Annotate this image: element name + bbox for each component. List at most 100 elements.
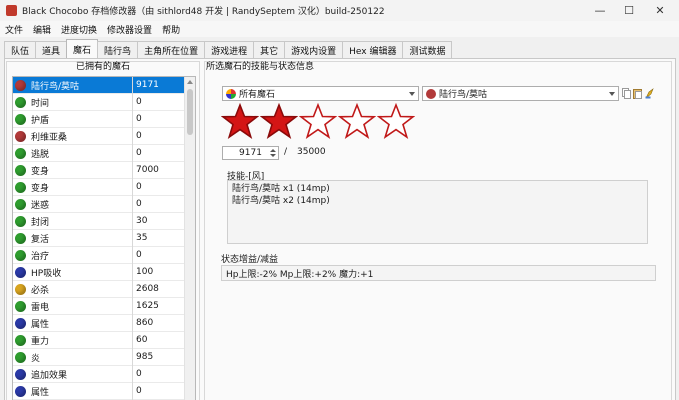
materia-orb-icon bbox=[15, 317, 26, 329]
materia-name: 变身 bbox=[31, 166, 50, 177]
materia-ap-value: 0 bbox=[136, 131, 142, 141]
materia-row[interactable]: 治疗 0 bbox=[13, 246, 185, 264]
tab-location[interactable]: 主角所在位置 bbox=[137, 41, 206, 58]
paste-icon[interactable] bbox=[633, 88, 642, 99]
materia-row[interactable]: 陆行鸟/莫咕 9171 bbox=[13, 77, 185, 94]
window-title: Black Chocobo 存档修改器（由 sithlord48 开发 | Ra… bbox=[22, 7, 385, 17]
materia-ap-value: 9171 bbox=[136, 80, 159, 90]
materia-row[interactable]: 逃脱 0 bbox=[13, 144, 185, 162]
scroll-thumb[interactable] bbox=[187, 89, 193, 135]
spin-up-icon[interactable] bbox=[270, 149, 276, 152]
materia-name-cell: 属性 bbox=[13, 382, 133, 400]
materia-orb-icon bbox=[15, 164, 26, 176]
tab-chocobo[interactable]: 陆行鸟 bbox=[97, 41, 139, 58]
materia-name-cell: 逃脱 bbox=[13, 144, 133, 162]
menu-file[interactable]: 文件 bbox=[0, 23, 28, 36]
materia-ap-value: 0 bbox=[136, 182, 142, 192]
filled-star-icon[interactable] bbox=[260, 103, 298, 139]
list-scrollbar[interactable] bbox=[184, 77, 195, 400]
materia-row[interactable]: 变身 7000 bbox=[13, 161, 185, 179]
menu-edit[interactable]: 编辑 bbox=[28, 23, 56, 36]
maximize-button[interactable]: ☐ bbox=[614, 0, 644, 21]
materia-orb-icon bbox=[15, 147, 26, 159]
materia-row[interactable]: 复活 35 bbox=[13, 229, 185, 247]
materia-row[interactable]: 追加效果 0 bbox=[13, 365, 185, 383]
status-effects-field: Hp上限:-2% Mp上限:+2% 魔力:+1 bbox=[221, 265, 656, 281]
skill-item: 陆行鸟/莫咕 x2 (14mp) bbox=[232, 196, 330, 206]
tab-hex-editor[interactable]: Hex 编辑器 bbox=[342, 41, 404, 58]
tab-game-options[interactable]: 游戏内设置 bbox=[284, 41, 344, 58]
materia-ap-value: 0 bbox=[136, 386, 142, 396]
materia-ap-value: 0 bbox=[136, 199, 142, 209]
menu-bar: 文件 编辑 进度切换 修改器设置 帮助 bbox=[0, 21, 679, 37]
ap-spinbox[interactable]: 9171 bbox=[222, 146, 279, 160]
materia-row[interactable]: 属性 860 bbox=[13, 314, 185, 332]
materia-name: 逃脱 bbox=[31, 149, 50, 160]
materia-ap-value: 985 bbox=[136, 352, 154, 362]
menu-progress[interactable]: 进度切换 bbox=[56, 23, 102, 36]
materia-row[interactable]: 封闭 30 bbox=[13, 212, 185, 230]
materia-orb-icon bbox=[15, 283, 26, 295]
materia-row[interactable]: 迷惑 0 bbox=[13, 195, 185, 213]
materia-select-combo[interactable]: 陆行鸟/莫咕 bbox=[422, 86, 619, 101]
title-bar: Black Chocobo 存档修改器（由 sithlord48 开发 | Ra… bbox=[0, 0, 679, 21]
materia-ap-value: 0 bbox=[136, 148, 142, 158]
skills-list: 陆行鸟/莫咕 x1 (14mp) 陆行鸟/莫咕 x2 (14mp) bbox=[227, 180, 648, 244]
copy-icon[interactable] bbox=[622, 88, 631, 99]
tab-other[interactable]: 其它 bbox=[253, 41, 286, 58]
materia-row[interactable]: 雷电 1625 bbox=[13, 297, 185, 315]
materia-orb-icon bbox=[15, 79, 26, 91]
empty-star-icon[interactable] bbox=[377, 103, 415, 139]
menu-settings[interactable]: 修改器设置 bbox=[102, 23, 157, 36]
materia-name-cell: 时间 bbox=[13, 93, 133, 111]
materia-row[interactable]: 变身 0 bbox=[13, 178, 185, 196]
close-button[interactable]: ✕ bbox=[645, 0, 675, 21]
materia-name-cell: 属性 bbox=[13, 314, 133, 332]
materia-row[interactable]: 炎 985 bbox=[13, 348, 185, 366]
empty-star-icon[interactable] bbox=[338, 103, 376, 139]
skill-item: 陆行鸟/莫咕 x1 (14mp) bbox=[232, 184, 330, 194]
materia-filter-combo[interactable]: 所有魔石 bbox=[222, 86, 419, 101]
menu-help[interactable]: 帮助 bbox=[157, 23, 185, 36]
materia-orb-icon bbox=[15, 232, 26, 244]
materia-name: 迷惑 bbox=[31, 200, 50, 211]
materia-row[interactable]: 属性 0 bbox=[13, 382, 185, 400]
tab-items[interactable]: 道具 bbox=[35, 41, 68, 58]
materia-orb-icon bbox=[15, 181, 26, 193]
tab-party[interactable]: 队伍 bbox=[4, 41, 37, 58]
materia-list[interactable]: 陆行鸟/莫咕 9171 时间 0 护盾 0 利维亚桑 0 逃脱 0 变身 7000 变身 0 迷惑 0 封闭 30… bbox=[12, 76, 196, 400]
materia-row[interactable]: 护盾 0 bbox=[13, 110, 185, 128]
materia-ap-value: 0 bbox=[136, 369, 142, 379]
materia-orb-icon bbox=[15, 96, 26, 108]
filled-star-icon[interactable] bbox=[221, 103, 259, 139]
materia-orb-icon bbox=[15, 334, 26, 346]
tab-materia[interactable]: 魔石 bbox=[66, 39, 99, 58]
materia-row[interactable]: 利维亚桑 0 bbox=[13, 127, 185, 145]
materia-row[interactable]: HP吸收 100 bbox=[13, 263, 185, 281]
tab-game-progress[interactable]: 游戏进程 bbox=[204, 41, 255, 58]
materia-name: 雷电 bbox=[31, 302, 50, 313]
materia-row[interactable]: 重力 60 bbox=[13, 331, 185, 349]
materia-row[interactable]: 必杀 2608 bbox=[13, 280, 185, 298]
empty-star-icon[interactable] bbox=[299, 103, 337, 139]
materia-name-cell: 炎 bbox=[13, 348, 133, 366]
materia-name-cell: HP吸收 bbox=[13, 263, 133, 281]
minimize-button[interactable]: — bbox=[585, 0, 615, 21]
materia-row[interactable]: 时间 0 bbox=[13, 93, 185, 111]
materia-name: 追加效果 bbox=[31, 370, 68, 381]
materia-orb-icon bbox=[15, 215, 26, 227]
spin-down-icon[interactable] bbox=[270, 154, 276, 157]
materia-orb-icon bbox=[15, 368, 26, 380]
chevron-down-icon bbox=[609, 92, 615, 96]
materia-ap-value: 100 bbox=[136, 267, 154, 277]
chevron-down-icon bbox=[409, 92, 415, 96]
materia-name-cell: 复活 bbox=[13, 229, 133, 247]
materia-name-cell: 迷惑 bbox=[13, 195, 133, 213]
clear-icon[interactable] bbox=[645, 88, 654, 99]
materia-name: 重力 bbox=[31, 336, 50, 347]
tab-test-data[interactable]: 测试数据 bbox=[402, 41, 453, 58]
materia-name-cell: 利维亚桑 bbox=[13, 127, 133, 145]
scroll-up-arrow[interactable] bbox=[187, 80, 193, 84]
materia-name-cell: 治疗 bbox=[13, 246, 133, 264]
materia-name-cell: 追加效果 bbox=[13, 365, 133, 383]
